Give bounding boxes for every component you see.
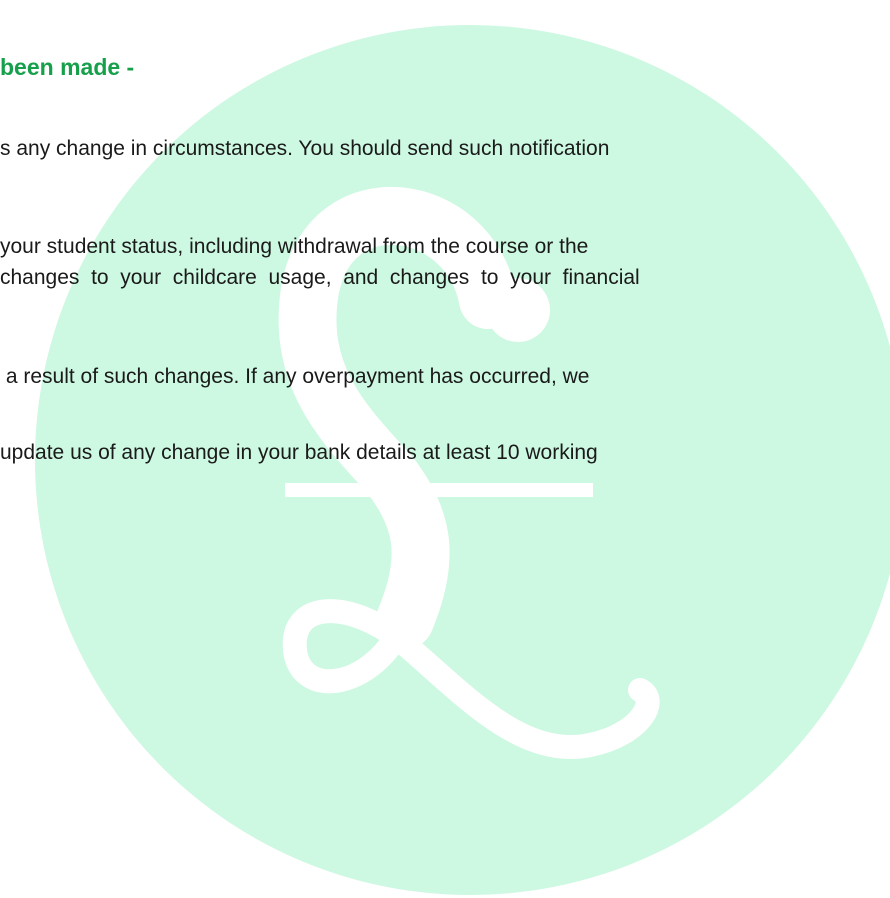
document-page: been made - s any change in circumstance… xyxy=(0,0,890,898)
paragraph-2-line-1: your student status, including withdrawa… xyxy=(0,235,589,258)
paragraph-4-line-1: update us of any change in your bank det… xyxy=(0,441,598,464)
paragraph-1-line-1: s any change in circumstances. You shoul… xyxy=(0,137,610,160)
section-heading: been made - xyxy=(0,54,135,80)
paragraph-2-line-2: changes to your childcare usage, and cha… xyxy=(0,266,640,289)
paragraph-3-line-1: a result of such changes. If any overpay… xyxy=(0,365,590,388)
